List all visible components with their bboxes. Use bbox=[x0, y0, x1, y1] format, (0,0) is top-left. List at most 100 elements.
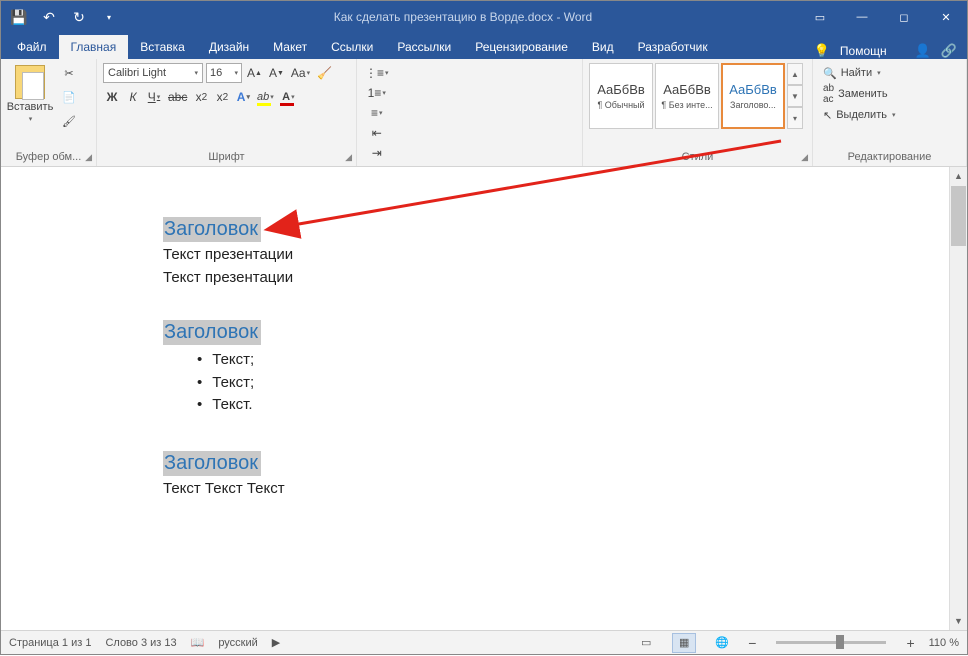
status-proofing-icon[interactable]: 📖 bbox=[191, 636, 205, 649]
undo-button[interactable]: ↶ bbox=[35, 3, 63, 31]
style-gallery-expand[interactable]: ▾ bbox=[787, 107, 803, 129]
tell-me-icon[interactable]: 💡 bbox=[814, 43, 830, 59]
replace-button[interactable]: abacЗаменить bbox=[819, 84, 892, 104]
window-controls: ▭ ― ◻ ✕ bbox=[799, 1, 967, 33]
qat-customize[interactable]: ▾ bbox=[95, 3, 123, 31]
group-clipboard: Вставить ▾ ✂ 📄 🖌 Буфер обм...◢ bbox=[1, 59, 97, 166]
copy-button[interactable]: 📄 bbox=[57, 87, 81, 107]
scroll-up[interactable]: ▲ bbox=[950, 167, 967, 185]
save-button[interactable]: 💾 bbox=[5, 3, 33, 31]
tell-me-label[interactable]: Помощн bbox=[840, 44, 887, 58]
multilevel-button[interactable]: ≡▾ bbox=[363, 103, 391, 123]
change-case-button[interactable]: Aa▾ bbox=[289, 63, 312, 83]
bold-button[interactable]: Ж bbox=[103, 87, 121, 107]
redo-button[interactable]: ↻ bbox=[65, 3, 93, 31]
list-item[interactable]: Текст; bbox=[197, 349, 949, 372]
strikethrough-button[interactable]: abc bbox=[166, 87, 189, 107]
cut-button[interactable]: ✂ bbox=[57, 63, 81, 83]
tab-file[interactable]: Файл bbox=[5, 35, 59, 59]
style-scroll-up[interactable]: ▲ bbox=[787, 63, 803, 85]
vertical-scrollbar[interactable]: ▲ ▼ bbox=[949, 167, 967, 630]
list-item[interactable]: Текст; bbox=[197, 372, 949, 395]
style-scroll-down[interactable]: ▼ bbox=[787, 85, 803, 107]
highlight-button[interactable]: ab▾ bbox=[255, 87, 275, 107]
numbering-button[interactable]: 1≡▾ bbox=[363, 83, 391, 103]
ribbon-display-button[interactable]: ▭ bbox=[799, 1, 841, 33]
paragraph[interactable]: Текст Текст Текст bbox=[163, 480, 949, 497]
tab-design[interactable]: Дизайн bbox=[197, 35, 261, 59]
account-icon[interactable]: 👤 bbox=[915, 43, 931, 59]
heading[interactable]: Заголовок bbox=[163, 217, 261, 242]
style-heading1[interactable]: АаБбВв Заголово... bbox=[721, 63, 785, 129]
status-language[interactable]: русский bbox=[218, 637, 257, 649]
section-1: Заголовок Текст презентации Текст презен… bbox=[163, 217, 949, 286]
group-font-label: Шрифт◢ bbox=[97, 149, 356, 166]
paragraph[interactable]: Текст презентации bbox=[163, 246, 949, 263]
font-name-input[interactable]: Calibri Light▾ bbox=[103, 63, 203, 83]
list-item[interactable]: Текст. bbox=[197, 394, 949, 417]
find-button[interactable]: 🔍Найти▾ bbox=[819, 63, 885, 83]
tab-developer[interactable]: Разработчик bbox=[626, 35, 720, 59]
underline-button[interactable]: Ч▾ bbox=[145, 87, 163, 107]
styles-launcher[interactable]: ◢ bbox=[801, 152, 808, 163]
zoom-thumb[interactable] bbox=[836, 635, 844, 649]
scroll-down[interactable]: ▼ bbox=[950, 612, 967, 630]
font-color-button[interactable]: A▾ bbox=[278, 87, 298, 107]
italic-button[interactable]: К bbox=[124, 87, 142, 107]
grow-font-button[interactable]: A▲ bbox=[245, 63, 264, 83]
maximize-button[interactable]: ◻ bbox=[883, 1, 925, 33]
search-icon: 🔍 bbox=[823, 67, 837, 80]
font-launcher[interactable]: ◢ bbox=[345, 152, 352, 163]
zoom-level[interactable]: 110 % bbox=[929, 637, 959, 649]
bullets-button[interactable]: ⋮≡▾ bbox=[363, 63, 391, 83]
style-preview: АаБбВв bbox=[729, 82, 777, 97]
paste-button[interactable]: Вставить ▾ bbox=[7, 63, 53, 125]
tab-view[interactable]: Вид bbox=[580, 35, 626, 59]
minimize-button[interactable]: ― bbox=[841, 1, 883, 33]
replace-icon: abac bbox=[823, 83, 834, 105]
clear-formatting-button[interactable]: 🧹 bbox=[315, 63, 334, 83]
status-macro-icon[interactable]: ▶ bbox=[272, 636, 280, 649]
heading[interactable]: Заголовок bbox=[163, 451, 261, 476]
select-button[interactable]: ↖Выделить▾ bbox=[819, 105, 899, 125]
tab-home[interactable]: Главная bbox=[59, 35, 129, 59]
cursor-icon: ↖ bbox=[823, 109, 832, 122]
scroll-track[interactable] bbox=[950, 247, 967, 612]
paragraph[interactable]: Текст презентации bbox=[163, 269, 949, 286]
group-editing-label: Редактирование bbox=[813, 149, 966, 166]
close-button[interactable]: ✕ bbox=[925, 1, 967, 33]
view-print-button[interactable]: ▦ bbox=[672, 633, 696, 653]
zoom-slider[interactable] bbox=[776, 641, 886, 644]
tab-review[interactable]: Рецензирование bbox=[463, 35, 580, 59]
clipboard-launcher[interactable]: ◢ bbox=[85, 152, 92, 163]
zoom-out-button[interactable]: − bbox=[748, 635, 756, 651]
shrink-font-button[interactable]: A▼ bbox=[267, 63, 286, 83]
section-2: Заголовок Текст; Текст; Текст. bbox=[163, 320, 949, 417]
zoom-in-button[interactable]: + bbox=[906, 635, 914, 651]
subscript-button[interactable]: x2 bbox=[192, 87, 210, 107]
status-words[interactable]: Слово 3 из 13 bbox=[105, 637, 176, 649]
paste-dropdown[interactable]: ▾ bbox=[29, 115, 33, 123]
statusbar: Страница 1 из 1 Слово 3 из 13 📖 русский … bbox=[1, 630, 967, 654]
view-web-button[interactable]: 🌐 bbox=[710, 633, 734, 653]
scroll-thumb[interactable] bbox=[951, 186, 966, 246]
font-size-input[interactable]: 16▾ bbox=[206, 63, 242, 83]
style-no-spacing[interactable]: АаБбВв ¶ Без инте... bbox=[655, 63, 719, 129]
heading[interactable]: Заголовок bbox=[163, 320, 261, 345]
tab-references[interactable]: Ссылки bbox=[319, 35, 385, 59]
status-page[interactable]: Страница 1 из 1 bbox=[9, 637, 91, 649]
view-read-button[interactable]: ▭ bbox=[634, 633, 658, 653]
document-page[interactable]: Заголовок Текст презентации Текст презен… bbox=[1, 167, 949, 630]
tab-layout[interactable]: Макет bbox=[261, 35, 319, 59]
decrease-indent-button[interactable]: ⇤ bbox=[363, 123, 391, 143]
superscript-button[interactable]: x2 bbox=[213, 87, 231, 107]
tab-mailings[interactable]: Рассылки bbox=[385, 35, 463, 59]
style-normal[interactable]: АаБбВв ¶ Обычный bbox=[589, 63, 653, 129]
increase-indent-button[interactable]: ⇥ bbox=[363, 143, 391, 163]
format-painter-button[interactable]: 🖌 bbox=[57, 111, 81, 131]
titlebar: 💾 ↶ ↻ ▾ Как сделать презентацию в Ворде.… bbox=[1, 1, 967, 33]
share-icon[interactable]: 🔗 bbox=[941, 43, 957, 59]
text-effects-button[interactable]: A▾ bbox=[234, 87, 252, 107]
tab-insert[interactable]: Вставка bbox=[128, 35, 197, 59]
group-styles-label: Стили◢ bbox=[583, 149, 812, 166]
